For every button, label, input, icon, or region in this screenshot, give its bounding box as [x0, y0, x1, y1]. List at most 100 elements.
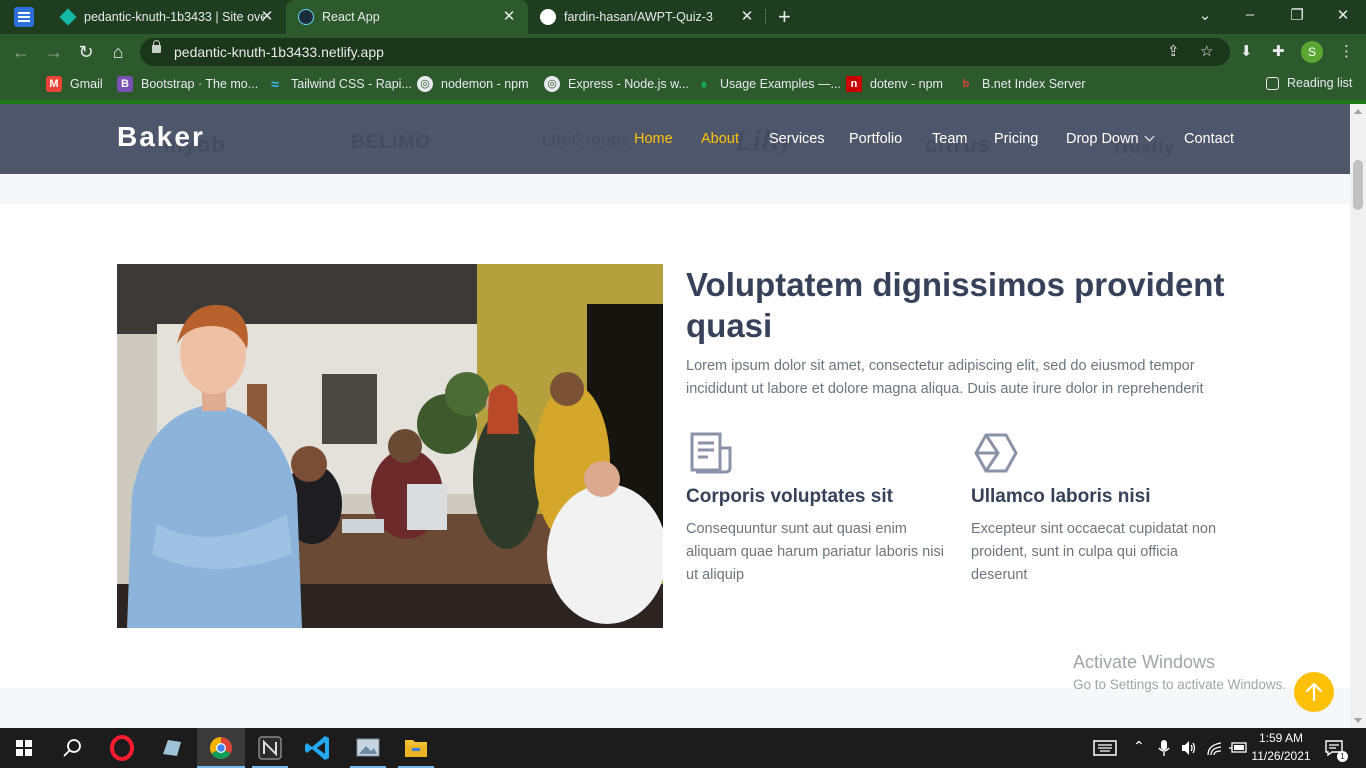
microphone-icon[interactable]	[1157, 739, 1171, 757]
forward-button[interactable]: →	[42, 40, 66, 64]
windows-icon	[16, 740, 32, 756]
bookmark-label: Express - Node.js w...	[568, 77, 689, 91]
close-icon[interactable]: ✕	[738, 8, 756, 26]
nav-dropdown-label: Drop Down	[1066, 131, 1139, 147]
about-team-photo	[117, 264, 663, 628]
tab-title: fardin-hasan/AWPT-Quiz-3	[564, 10, 713, 24]
nav-about[interactable]: About	[701, 131, 739, 147]
url-text[interactable]: pedantic-knuth-1b3433.netlify.app	[174, 44, 384, 60]
close-icon[interactable]: ✕	[258, 8, 276, 26]
reading-list-button[interactable]: Reading list	[1266, 76, 1352, 90]
leaf-icon: ♦	[700, 76, 708, 92]
taskbar-app[interactable]	[148, 728, 196, 768]
bookmark-bnet[interactable]: b B.net Index Server	[958, 76, 1086, 92]
address-bar[interactable]: pedantic-knuth-1b3433.netlify.app ⇪ ☆	[140, 38, 1230, 66]
next-section-edge	[0, 688, 1350, 728]
docs-app-icon[interactable]	[14, 7, 34, 27]
back-button[interactable]: ←	[9, 40, 33, 64]
bookmark-gmail[interactable]: M Gmail	[46, 76, 103, 92]
feature-title: Ullamco laboris nisi	[971, 486, 1151, 507]
lock-icon[interactable]	[152, 40, 161, 53]
new-tab-button[interactable]: +	[778, 6, 791, 28]
nav-portfolio[interactable]: Portfolio	[849, 131, 902, 147]
battery-icon[interactable]	[1228, 740, 1248, 756]
taskbar-notion[interactable]	[246, 728, 294, 768]
taskbar-opera[interactable]	[98, 728, 146, 768]
windows-taskbar: ⌃ 1:59 AM 11/26/2021 1	[0, 728, 1366, 768]
volume-icon[interactable]	[1180, 739, 1198, 757]
scroll-up-arrow-icon[interactable]	[1354, 109, 1362, 114]
github-icon	[540, 9, 556, 25]
bookmarks-bar: M Gmail B Bootstrap · The mo... ≈ Tailwi…	[0, 70, 1366, 100]
feature-title: Corporis voluptates sit	[686, 486, 893, 507]
nav-services[interactable]: Services	[769, 131, 825, 147]
tab-react-app[interactable]: React App ✕	[286, 0, 528, 34]
tab-search-icon[interactable]: ⌄	[1195, 6, 1215, 24]
tab-netlify[interactable]: pedantic-knuth-1b3433 | Site ove ✕	[48, 0, 286, 34]
bookmark-label: Tailwind CSS - Rapi...	[291, 77, 412, 91]
client-logo: LifeGroups	[542, 132, 631, 149]
nav-dropdown[interactable]: Drop Down	[1066, 131, 1154, 147]
nav-contact[interactable]: Contact	[1184, 131, 1234, 147]
reading-list-label: Reading list	[1287, 76, 1353, 90]
search-button[interactable]	[48, 728, 96, 768]
about-lead-text: Lorem ipsum dolor sit amet, consectetur …	[686, 358, 1204, 397]
taskbar-vscode[interactable]	[295, 728, 343, 768]
bookmark-express[interactable]: ◎ Express - Node.js w...	[544, 76, 689, 92]
activate-windows-subtitle: Go to Settings to activate Windows.	[1073, 677, 1287, 692]
wifi-icon[interactable]	[1205, 739, 1223, 757]
clients-section-edge	[0, 174, 1350, 204]
profile-avatar[interactable]: S	[1301, 41, 1323, 63]
tab-title: React App	[322, 10, 380, 24]
taskbar-chrome[interactable]	[197, 728, 245, 768]
nav-pricing[interactable]: Pricing	[994, 131, 1038, 147]
bookmark-label: Gmail	[70, 77, 103, 91]
npm-icon: n	[846, 76, 862, 92]
bookmark-label: Bootstrap · The mo...	[141, 77, 259, 91]
tab-github[interactable]: fardin-hasan/AWPT-Quiz-3 ✕	[528, 0, 766, 34]
tailwind-icon: ≈	[271, 76, 279, 92]
download-icon[interactable]: ⬇	[1240, 42, 1253, 60]
back-to-top-button[interactable]	[1294, 672, 1334, 712]
scrollbar-thumb[interactable]	[1353, 160, 1363, 210]
bookmark-bootstrap[interactable]: B Bootstrap · The mo...	[117, 76, 258, 92]
nav-home[interactable]: Home	[634, 131, 673, 147]
scroll-down-arrow-icon[interactable]	[1354, 718, 1362, 723]
taskbar-gallery[interactable]	[344, 728, 392, 768]
nav-team[interactable]: Team	[932, 131, 967, 147]
bootstrap-icon: B	[117, 76, 133, 92]
bookmark-usage-examples[interactable]: ♦ Usage Examples —...	[696, 76, 841, 92]
page-scrollbar[interactable]	[1350, 104, 1366, 728]
maximize-button[interactable]: ❐	[1287, 6, 1307, 24]
taskbar-file-explorer[interactable]	[392, 728, 440, 768]
chevron-up-icon[interactable]: ⌃	[1133, 738, 1145, 755]
close-window-button[interactable]: ✕	[1333, 6, 1353, 24]
clock-time[interactable]: 1:59 AM	[1252, 731, 1310, 745]
reload-button[interactable]: ↻	[74, 40, 98, 64]
bookmark-label: nodemon - npm	[441, 77, 529, 91]
bookmark-nodemon[interactable]: ◎ nodemon - npm	[417, 76, 529, 92]
close-icon[interactable]: ✕	[500, 8, 518, 26]
globe-icon: ◎	[417, 76, 433, 92]
site-header: myob BELIMO LifeGroups Lilly citrus Trus…	[0, 104, 1350, 174]
photos-icon	[356, 738, 380, 757]
bookmark-tailwind[interactable]: ≈ Tailwind CSS - Rapi...	[267, 76, 412, 92]
home-button[interactable]: ⌂	[106, 40, 130, 64]
chevron-down-icon	[1144, 131, 1154, 142]
notion-icon	[258, 736, 282, 760]
site-logo[interactable]: Baker	[117, 121, 205, 153]
start-button[interactable]	[0, 728, 48, 768]
clock-date[interactable]: 11/26/2021	[1250, 749, 1312, 763]
minimize-button[interactable]: –	[1240, 6, 1260, 23]
tab-title: pedantic-knuth-1b3433 | Site ove	[84, 10, 264, 24]
app-icon	[163, 740, 181, 756]
extensions-icon[interactable]: ✚	[1272, 42, 1285, 60]
bookmark-label: Usage Examples —...	[720, 77, 841, 91]
share-icon[interactable]: ⇪	[1167, 42, 1180, 60]
reading-list-icon	[1266, 76, 1279, 90]
bookmark-dotenv[interactable]: n dotenv - npm	[846, 76, 943, 92]
keyboard-icon[interactable]	[1093, 739, 1117, 757]
vscode-icon	[305, 736, 329, 760]
bookmark-star-icon[interactable]: ☆	[1200, 42, 1213, 60]
menu-icon[interactable]: ⋮	[1339, 42, 1354, 60]
